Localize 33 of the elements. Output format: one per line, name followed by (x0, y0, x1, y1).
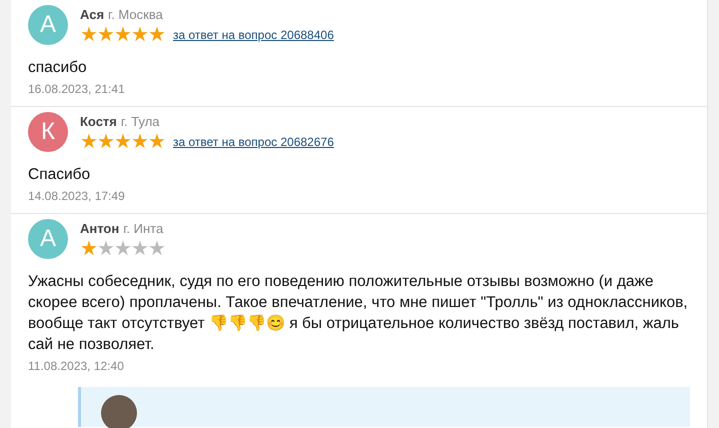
star-icon: ★ (148, 130, 165, 152)
star-icon: ★ (97, 130, 114, 152)
star-icon: ★ (148, 238, 165, 260)
star-icon: ★ (114, 130, 131, 152)
star-icon: ★ (80, 24, 97, 46)
review-text: Ужасны собеседник, судя по его поведению положительные отзывы возможно (и даже скорее всего) проплачены. Такое впечатление, что мне пишет "Тролль" из одноклассников, вообще такт отсутствует 👎👎👎😊 я бы отрицательное количество звёзд поставил, жаль сай не позволяет. (28, 272, 689, 355)
author-name: Антон (80, 220, 120, 238)
avatar: А (28, 219, 68, 259)
star-icon: ★ (80, 130, 97, 152)
question-link[interactable]: за ответ на вопрос 20682676 (173, 132, 334, 150)
star-icon: ★ (114, 24, 131, 46)
star-icon: ★ (114, 238, 131, 260)
author-name: Ася (80, 6, 104, 24)
review-date: 11.08.2023, 12:40 (28, 358, 125, 375)
author-city: г. Москва (108, 6, 163, 24)
avatar (101, 395, 137, 428)
review-date: 14.08.2023, 17:49 (28, 188, 126, 205)
question-link[interactable]: за ответ на вопрос 20688406 (173, 26, 334, 44)
author-name: Костя (80, 113, 117, 131)
star-icon: ★ (131, 130, 148, 152)
review-date: 16.08.2023, 21:41 (28, 81, 126, 98)
author-city: г. Тула (120, 113, 160, 131)
review-text: спасибо (28, 58, 88, 78)
star-icon: ★ (97, 238, 114, 260)
star-icon: ★ (97, 24, 114, 46)
review-text: Спасибо (28, 165, 92, 185)
author-city: г. Инта (123, 220, 164, 238)
star-icon: ★ (131, 238, 148, 260)
avatar: К (28, 112, 68, 152)
star-icon: ★ (131, 24, 148, 46)
star-icon: ★ (148, 24, 165, 46)
avatar: А (28, 5, 68, 45)
star-icon: ★ (80, 238, 97, 260)
